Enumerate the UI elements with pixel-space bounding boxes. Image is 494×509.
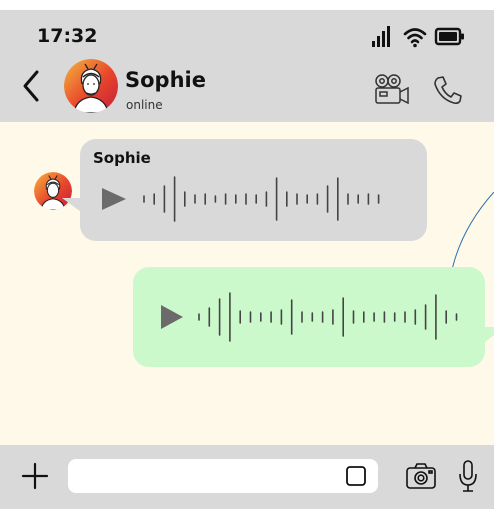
wifi-icon xyxy=(403,28,427,48)
sticker-icon[interactable] xyxy=(344,464,368,488)
sender-name: Sophie xyxy=(93,149,151,167)
status-bar: 17:32 xyxy=(0,10,494,58)
avatar[interactable] xyxy=(64,59,118,113)
play-icon[interactable] xyxy=(102,188,126,210)
waveform-icon xyxy=(143,176,380,222)
waveform-icon xyxy=(198,292,458,342)
status-time: 17:32 xyxy=(37,25,98,47)
play-icon[interactable] xyxy=(161,305,183,329)
signal-icon xyxy=(372,26,390,47)
back-icon[interactable] xyxy=(20,68,42,104)
chat-header: Sophie online xyxy=(0,58,494,122)
incoming-voice-message[interactable]: Sophie xyxy=(80,139,427,241)
battery-icon xyxy=(434,27,464,46)
chat-area[interactable]: Sophie xyxy=(0,122,494,445)
plus-icon[interactable] xyxy=(20,461,50,491)
outgoing-voice-message[interactable] xyxy=(133,267,485,367)
camera-icon[interactable] xyxy=(404,459,438,493)
message-input-bar xyxy=(0,445,494,509)
outgoing-bubble-tail xyxy=(484,327,494,343)
microphone-icon[interactable] xyxy=(456,457,480,495)
contact-name[interactable]: Sophie xyxy=(125,68,206,92)
outgoing-voice-player[interactable] xyxy=(157,292,467,342)
phone-screen: 17:32 Sophie online Sophie xyxy=(0,10,494,509)
video-call-icon[interactable] xyxy=(372,72,412,108)
incoming-voice-player[interactable] xyxy=(100,174,380,224)
contact-status: online xyxy=(126,98,163,112)
message-input[interactable] xyxy=(68,459,378,493)
phone-call-icon[interactable] xyxy=(430,72,464,108)
status-icons xyxy=(372,26,464,48)
